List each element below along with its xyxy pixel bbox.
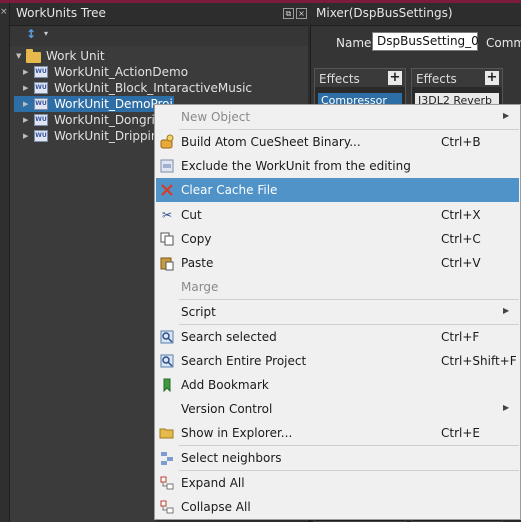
folder-open-icon [159, 425, 175, 441]
workunit-icon: WU [34, 82, 48, 94]
collapsed-side-panel [0, 3, 10, 522]
context-menu: New Object ▶ Build Atom CueSheet Binary.… [154, 104, 521, 520]
menu-item-shortcut: Ctrl+Shift+F [441, 354, 517, 368]
effects-title: Effects [416, 72, 457, 86]
expand-triangle-icon[interactable]: ▶ [23, 112, 28, 128]
comment-label: Comm [486, 36, 521, 50]
workunit-icon: WU [34, 130, 48, 142]
menu-item-build-binary[interactable]: Build Atom CueSheet Binary... Ctrl+B [156, 130, 519, 154]
menu-item-script[interactable]: Script ▶ [156, 300, 519, 324]
menu-item-show-in-explorer[interactable]: Show in Explorer... Ctrl+E [156, 421, 519, 445]
menu-item-shortcut: Ctrl+X [441, 208, 481, 222]
float-panel-icon[interactable]: ⧉ [283, 8, 294, 19]
menu-item-label: Version Control [181, 402, 273, 416]
tree-item-row-selected[interactable]: ▶ WU WorkUnit_DemoProj [14, 96, 174, 112]
menu-item-label: Exclude the WorkUnit from the editing [181, 159, 411, 173]
workunits-title: WorkUnits Tree [16, 6, 106, 20]
menu-item-label: Paste [181, 256, 214, 270]
menu-item-add-bookmark[interactable]: Add Bookmark [156, 373, 519, 397]
menu-item-label: Marge [181, 280, 219, 294]
menu-item-collapse-all[interactable]: Collapse All [156, 495, 519, 519]
menu-item-label: Search Entire Project [181, 354, 307, 368]
menu-item-label: Cut [181, 208, 202, 222]
menu-item-search-project[interactable]: Search Entire Project Ctrl+Shift+F [156, 349, 519, 373]
sort-dropdown-icon[interactable]: ▾ [44, 29, 48, 38]
tree-root-label: Work Unit [46, 49, 105, 63]
workunit-icon: WU [34, 98, 48, 110]
menu-item-marge[interactable]: Marge [156, 275, 519, 299]
tree-item-label: WorkUnit_Block_IntaractiveMusic [54, 81, 253, 95]
menu-item-search-selected[interactable]: Search selected Ctrl+F [156, 325, 519, 349]
mixer-title: Mixer(DspBusSettings) [316, 6, 453, 20]
effects-header: Effects + [412, 69, 502, 87]
workunit-icon: WU [34, 66, 48, 78]
tree-item-row[interactable]: ▶ WU WorkUnit_ActionDemo [14, 64, 188, 80]
neighbors-icon [159, 450, 175, 466]
menu-item-select-neighbors[interactable]: Select neighbors [156, 446, 519, 470]
close-panel-icon[interactable]: × [296, 8, 307, 19]
expand-icon [159, 475, 175, 491]
menu-item-expand-all[interactable]: Expand All [156, 471, 519, 495]
bookmark-icon [159, 377, 175, 393]
expand-triangle-icon[interactable]: ▶ [23, 96, 28, 112]
submenu-arrow-icon: ▶ [503, 403, 510, 412]
menu-item-new-object[interactable]: New Object ▶ [156, 105, 519, 129]
menu-item-label: Show in Explorer... [181, 426, 293, 440]
folder-icon [26, 49, 41, 63]
build-icon [159, 134, 175, 150]
submenu-arrow-icon: ▶ [503, 306, 510, 315]
expand-triangle-icon[interactable]: ▶ [23, 64, 28, 80]
menu-item-label: Select neighbors [181, 451, 282, 465]
menu-item-shortcut: Ctrl+E [441, 426, 480, 440]
tree-item-row[interactable]: ▶ WU WorkUnit_Dongri [14, 112, 174, 128]
add-effect-button[interactable]: + [485, 71, 499, 85]
exclude-icon [159, 158, 175, 174]
tree-item-label: WorkUnit_ActionDemo [54, 65, 189, 79]
tree-toolbar [10, 26, 308, 46]
menu-item-label: Copy [181, 232, 212, 246]
menu-item-label: Add Bookmark [181, 378, 269, 392]
menu-item-label: Collapse All [181, 500, 251, 514]
name-input[interactable]: DspBusSetting_0 [372, 32, 479, 51]
menu-item-shortcut: Ctrl+V [441, 256, 481, 270]
name-label: Name [336, 36, 372, 50]
clear-x-icon [159, 182, 175, 198]
scissors-icon: ✂ [161, 208, 173, 222]
copy-icon [159, 231, 175, 247]
tree-root-row[interactable]: ▼ Work Unit [14, 48, 174, 64]
search-project-icon [159, 353, 175, 369]
menu-item-label: New Object [181, 110, 251, 124]
menu-item-label: Search selected [181, 330, 277, 344]
menu-item-copy[interactable]: Copy Ctrl+C [156, 227, 519, 251]
collapse-triangle-icon[interactable]: ▼ [16, 48, 21, 64]
menu-item-clear-cache[interactable]: Clear Cache File [156, 178, 519, 202]
side-close-icon[interactable]: × [0, 6, 9, 18]
menu-item-label: Build Atom CueSheet Binary... [181, 135, 361, 149]
tree-item-row[interactable]: ▶ WU WorkUnit_Block_IntaractiveMusic [14, 80, 252, 96]
menu-item-label: Clear Cache File [181, 183, 278, 197]
menu-item-label: Expand All [181, 476, 245, 490]
menu-item-exclude-workunit[interactable]: Exclude the WorkUnit from the editing [156, 154, 519, 178]
sort-icon[interactable]: ↕ [26, 27, 36, 41]
menu-item-paste[interactable]: Paste Ctrl+V [156, 251, 519, 275]
effects-header: Effects + [315, 69, 405, 87]
expand-triangle-icon[interactable]: ▶ [23, 80, 28, 96]
menu-item-shortcut: Ctrl+B [441, 135, 481, 149]
menu-item-version-control[interactable]: Version Control ▶ [156, 397, 519, 421]
menu-item-shortcut: Ctrl+F [441, 330, 480, 344]
paste-icon [159, 255, 175, 271]
menu-item-cut[interactable]: ✂ Cut Ctrl+X [156, 203, 519, 227]
search-icon [159, 329, 175, 345]
tree-item-row[interactable]: ▶ WU WorkUnit_Dripping [14, 128, 154, 144]
add-effect-button[interactable]: + [388, 71, 402, 85]
tree-item-label: WorkUnit_Dripping [54, 129, 154, 143]
effects-title: Effects [319, 72, 360, 86]
expand-triangle-icon[interactable]: ▶ [23, 128, 28, 144]
submenu-arrow-icon: ▶ [503, 111, 510, 120]
menu-item-shortcut: Ctrl+C [441, 232, 481, 246]
workunit-icon: WU [34, 114, 48, 126]
collapse-icon [159, 499, 175, 515]
tree-item-label: WorkUnit_Dongri [54, 113, 155, 127]
menu-item-label: Script [181, 305, 216, 319]
